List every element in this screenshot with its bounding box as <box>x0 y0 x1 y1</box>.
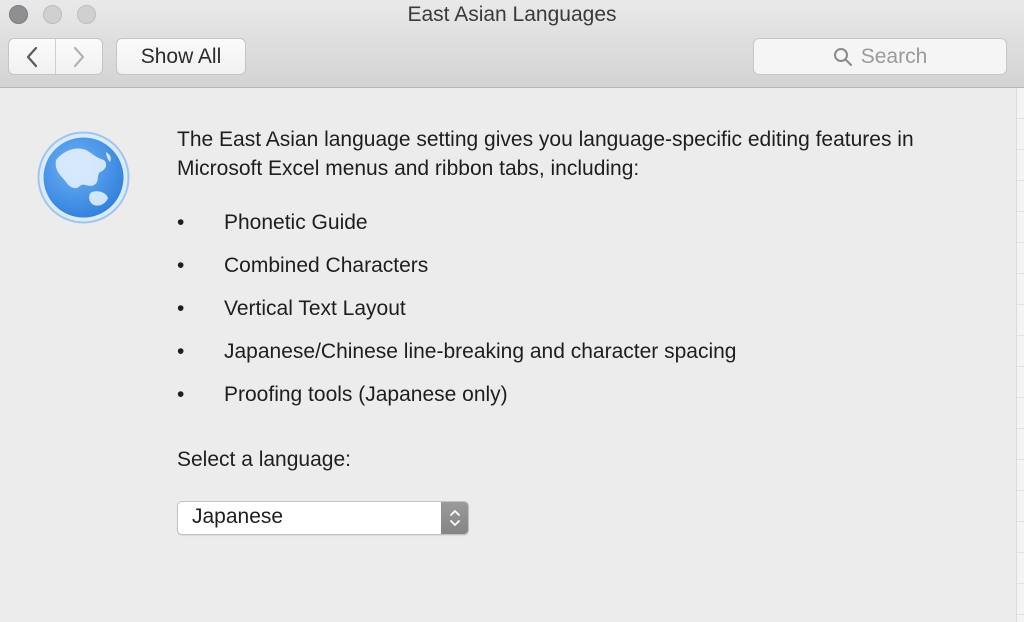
bullet: • <box>177 254 185 277</box>
chevron-right-icon <box>73 46 85 67</box>
forward-button[interactable] <box>55 39 102 74</box>
bullet: • <box>177 383 185 406</box>
background-window-edge <box>1016 88 1024 622</box>
feature-label: Phonetic Guide <box>224 211 368 234</box>
feature-label: Proofing tools (Japanese only) <box>224 383 508 406</box>
back-button[interactable] <box>9 39 55 74</box>
globe-icon <box>37 131 130 224</box>
search-field[interactable]: Search <box>753 38 1007 75</box>
preferences-window: East Asian Languages Show All Search The… <box>0 0 1024 622</box>
language-select-value: Japanese <box>192 505 284 528</box>
bullet: • <box>177 340 185 363</box>
search-icon <box>833 47 852 66</box>
search-placeholder: Search <box>860 44 928 68</box>
bullet: • <box>177 211 185 234</box>
chevron-up-down-icon <box>449 510 460 526</box>
feature-label: Combined Characters <box>224 254 429 277</box>
navigation-buttons <box>8 38 103 75</box>
select-language-label: Select a language: <box>177 448 351 471</box>
bullet: • <box>177 297 185 320</box>
select-stepper[interactable] <box>441 502 468 534</box>
language-select[interactable]: Japanese <box>177 501 469 535</box>
feature-label: Japanese/Chinese line-breaking and chara… <box>224 340 737 363</box>
description-text: The East Asian language setting gives yo… <box>177 128 914 180</box>
feature-label: Vertical Text Layout <box>224 297 406 320</box>
window-title: East Asian Languages <box>407 3 617 26</box>
show-all-button[interactable]: Show All <box>116 38 246 75</box>
chevron-left-icon <box>26 46 38 67</box>
title-bar: East Asian Languages Show All Search <box>0 0 1024 88</box>
